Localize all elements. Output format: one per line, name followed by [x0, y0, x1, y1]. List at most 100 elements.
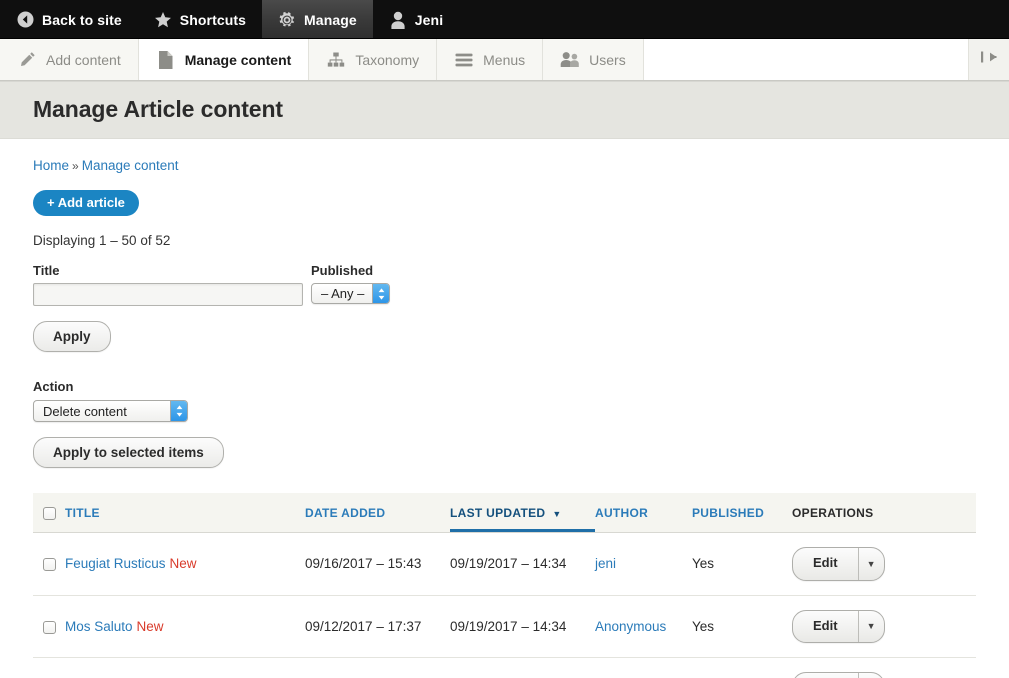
- row-title-cell: MinimNew: [65, 657, 305, 678]
- column-header-label: TITLE: [65, 506, 100, 521]
- row-operations-cell: Edit ▼: [792, 532, 976, 596]
- table-header-row: TITLE DATE ADDED LAST UPDATED ▼ AUTHOR PU…: [33, 493, 976, 534]
- toolbar-item-user-account[interactable]: Jeni: [373, 0, 459, 39]
- tab-label: Menus: [483, 51, 526, 68]
- pencil-icon: [17, 50, 37, 70]
- edit-button-group[interactable]: Edit ▼: [792, 672, 885, 678]
- tab-taxonomy[interactable]: Taxonomy: [309, 39, 438, 80]
- edit-button[interactable]: Edit: [793, 611, 858, 642]
- breadcrumb-link-home[interactable]: Home: [33, 158, 69, 173]
- row-author-link[interactable]: Anonymous: [595, 619, 666, 634]
- column-header-title[interactable]: TITLE: [65, 493, 305, 534]
- row-operations-cell: Edit ▼: [792, 657, 976, 678]
- column-header-label: LAST UPDATED: [450, 506, 546, 521]
- add-article-button[interactable]: + Add article: [33, 190, 139, 216]
- select-stepper-icon: [372, 284, 390, 303]
- row-checkbox[interactable]: [43, 558, 56, 572]
- breadcrumb: Home» Manage content: [33, 139, 976, 173]
- table-row: Feugiat Rusticus New 09/16/2017 – 15:43 0…: [33, 532, 976, 596]
- column-header-date-added[interactable]: DATE ADDED: [305, 493, 450, 534]
- row-author-link[interactable]: jeni: [595, 556, 616, 571]
- row-date-added: 09/15/2017 – 15:59: [305, 657, 450, 678]
- row-select-cell: [33, 595, 65, 659]
- column-header-author[interactable]: AUTHOR: [595, 493, 692, 534]
- row-author-cell: jeni: [595, 532, 692, 596]
- tab-label: Manage content: [184, 51, 292, 68]
- toolbar-item-label: Manage: [304, 11, 357, 28]
- filter-published-label: Published: [311, 263, 374, 278]
- edit-button-group[interactable]: Edit ▼: [792, 609, 885, 644]
- row-select-cell: [33, 657, 65, 678]
- row-title-cell: Feugiat Rusticus New: [65, 532, 305, 596]
- row-published: Yes: [692, 657, 792, 678]
- back-arrow-circle-icon: [16, 11, 34, 29]
- chevron-down-icon[interactable]: ▼: [857, 673, 884, 678]
- row-date-added: 09/16/2017 – 15:43: [305, 532, 450, 596]
- row-last-updated: 09/19/2017 – 14:34: [450, 657, 595, 678]
- column-header-published[interactable]: PUBLISHED: [692, 493, 792, 534]
- toolbar-tray-spacer: [643, 39, 969, 80]
- bulk-action-label: Action: [33, 379, 74, 394]
- apply-filters-button[interactable]: Apply: [33, 321, 111, 352]
- row-author-cell: Anonymous: [595, 595, 692, 659]
- row-date-added: 09/12/2017 – 17:37: [305, 595, 450, 659]
- row-checkbox[interactable]: [43, 620, 56, 634]
- filter-title-label: Title: [33, 263, 60, 278]
- page-title-band: Manage Article content: [0, 81, 1009, 139]
- gear-icon: [278, 11, 296, 29]
- admin-toolbar: Back to site Shortcuts Manage Jeni: [0, 0, 1009, 39]
- edit-button-group[interactable]: Edit ▼: [792, 547, 885, 581]
- filter-form: Title Published – Any –: [33, 263, 976, 306]
- new-badge: New: [169, 556, 197, 572]
- toolbar-item-label: Jeni: [414, 11, 444, 28]
- filter-published-select[interactable]: – Any –: [311, 283, 391, 304]
- row-operations-cell: Edit ▼: [792, 595, 976, 659]
- filter-title-input[interactable]: [33, 283, 303, 306]
- select-all-checkbox[interactable]: [43, 507, 56, 521]
- page-title: Manage Article content: [33, 96, 283, 122]
- chevron-down-icon[interactable]: ▼: [857, 610, 884, 643]
- toolbar-item-back-to-site[interactable]: Back to site: [0, 0, 138, 39]
- row-title-link[interactable]: Mos Saluto: [65, 619, 133, 634]
- tab-label: Users: [589, 51, 626, 68]
- filter-published-value: – Any –: [321, 286, 365, 301]
- chevron-down-icon[interactable]: ▼: [857, 548, 884, 580]
- tab-add-content[interactable]: Add content: [0, 39, 139, 80]
- column-header-label: OPERATIONS: [792, 506, 874, 521]
- column-header-operations: OPERATIONS: [792, 493, 976, 534]
- column-header-last-updated[interactable]: LAST UPDATED ▼: [450, 493, 595, 534]
- tab-manage-content[interactable]: Manage content: [138, 39, 310, 80]
- tab-label: Add content: [46, 51, 121, 68]
- row-title-cell: Mos Saluto New: [65, 595, 305, 659]
- table-row: MinimNew 09/15/2017 – 15:59 09/19/2017 –…: [33, 657, 976, 678]
- column-header-label: DATE ADDED: [305, 506, 386, 521]
- document-icon: [156, 50, 176, 70]
- filter-title-group: Title: [33, 263, 311, 306]
- admin-toolbar-tray: Add content Manage content Taxonomy Menu…: [0, 39, 1009, 81]
- bulk-action-value: Delete content: [43, 403, 127, 419]
- toolbar-item-manage[interactable]: Manage: [262, 0, 373, 39]
- user-icon: [389, 11, 407, 29]
- tab-menus[interactable]: Menus: [437, 39, 544, 80]
- filter-published-group: Published – Any –: [311, 263, 391, 304]
- collapse-toolbar-icon: [980, 50, 998, 69]
- table-row: Mos Saluto New 09/12/2017 – 17:37 09/19/2…: [33, 595, 976, 659]
- tab-users[interactable]: Users: [543, 39, 644, 80]
- toolbar-item-shortcuts[interactable]: Shortcuts: [138, 0, 262, 39]
- row-author-cell: Anonymous: [595, 657, 692, 678]
- breadcrumb-separator: »: [72, 159, 79, 173]
- bulk-action-select[interactable]: Delete content: [33, 400, 188, 422]
- select-stepper-icon: [170, 401, 187, 421]
- collapse-toolbar-button[interactable]: [969, 39, 1009, 80]
- results-summary: Displaying 1 – 50 of 52: [33, 233, 171, 248]
- row-last-updated: 09/19/2017 – 14:34: [450, 532, 595, 596]
- edit-button[interactable]: Edit: [793, 548, 858, 579]
- column-header-label: PUBLISHED: [692, 506, 765, 521]
- apply-to-selected-items-button[interactable]: Apply to selected items: [33, 437, 224, 468]
- bulk-action-form: Action Delete content: [33, 379, 976, 422]
- breadcrumb-link-manage-content[interactable]: Manage content: [82, 158, 179, 173]
- row-title-link[interactable]: Feugiat Rusticus: [65, 556, 166, 571]
- edit-button[interactable]: Edit: [793, 673, 858, 678]
- hierarchy-icon: [326, 50, 346, 70]
- main-content: Home» Manage content + Add article Displa…: [0, 139, 1009, 678]
